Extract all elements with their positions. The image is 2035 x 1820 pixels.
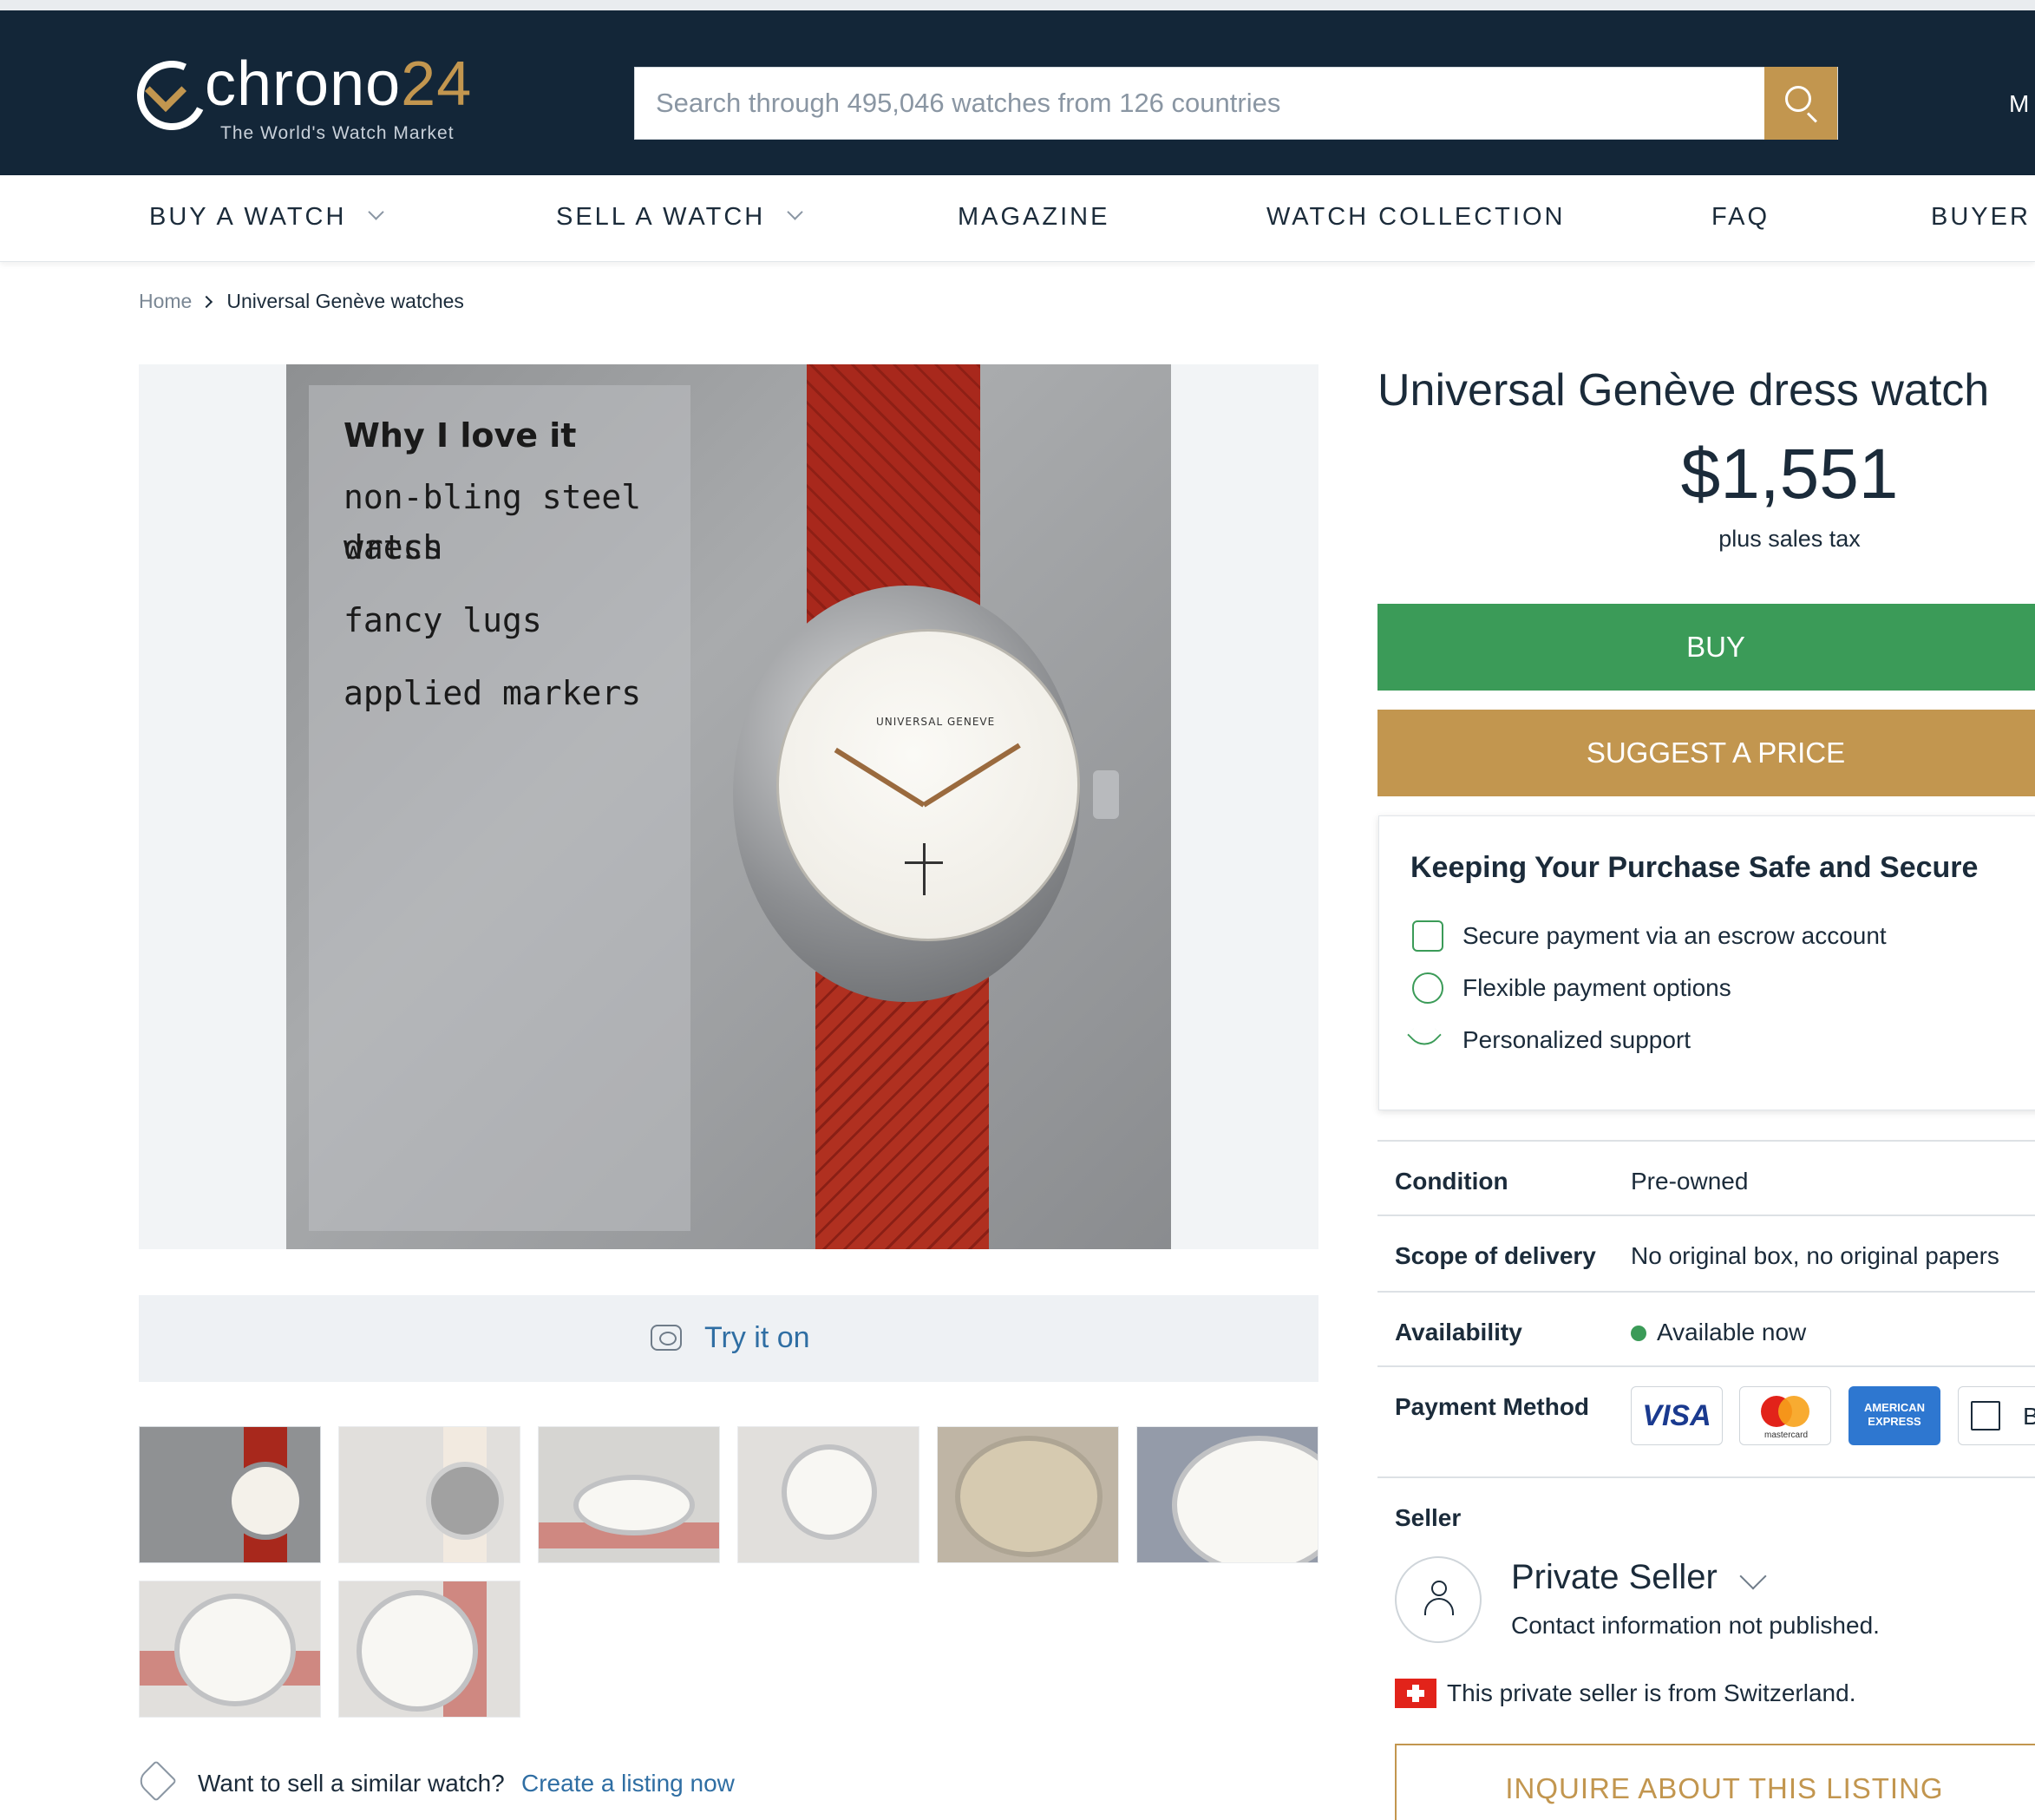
- chevron-down-icon: [368, 204, 385, 220]
- browser-top-strip: [0, 0, 2035, 10]
- subsecond-hand: [923, 843, 926, 895]
- camera-watch-icon: [651, 1325, 682, 1351]
- switzerland-flag-icon: [1395, 1679, 1436, 1708]
- thumbnail-1[interactable]: [139, 1426, 321, 1563]
- header-menu-link[interactable]: M: [2009, 90, 2029, 118]
- thumbnail-2[interactable]: [338, 1426, 520, 1563]
- chrono24-logo[interactable]: chrono24 The World's Watch Market: [127, 49, 501, 149]
- overlay-line: watch: [344, 528, 443, 566]
- thumbnail-5[interactable]: [937, 1426, 1119, 1563]
- watch-crown: [1093, 770, 1119, 819]
- thumbnail-7[interactable]: [139, 1581, 321, 1718]
- nav-magazine[interactable]: MAGAZINE: [958, 203, 1109, 232]
- pen-paper-icon: [1971, 1401, 2000, 1430]
- overlay-line: applied markers: [344, 674, 642, 712]
- listing-price: $1,551: [1680, 435, 1899, 514]
- security-item: Flexible payment options: [1462, 974, 1731, 1001]
- security-heading: Keeping Your Purchase Safe and Secure: [1410, 851, 1979, 884]
- price-note: plus sales tax: [1718, 526, 1861, 552]
- security-item: Personalized support: [1462, 1026, 1691, 1053]
- listing-title: Universal Genève dress watch: [1377, 365, 1990, 416]
- availability-value: Available now: [1657, 1319, 1807, 1345]
- visa-icon: VISA: [1631, 1386, 1723, 1445]
- chevron-down-icon[interactable]: [1739, 1562, 1767, 1590]
- thumbnail-3[interactable]: [538, 1426, 720, 1563]
- spec-row-availability: Availability Available now: [1377, 1291, 2035, 1365]
- search-icon: [1785, 86, 1811, 112]
- logo-wordmark: chrono24: [205, 49, 473, 119]
- breadcrumb-home[interactable]: Home: [139, 290, 192, 312]
- phone-icon: [1407, 1018, 1442, 1052]
- security-item: Secure payment via an escrow account: [1462, 922, 1887, 949]
- seller-country-note: This private seller is from Switzerland.: [1447, 1679, 1856, 1706]
- spec-row-condition: Condition Pre-owned: [1377, 1140, 2035, 1214]
- seller-avatar-icon: [1395, 1556, 1482, 1643]
- dial-brand-text: UNIVERSAL GENEVE: [876, 716, 996, 728]
- availability-dot-icon: [1631, 1326, 1646, 1341]
- purchase-security-box: Keeping Your Purchase Safe and Secure Se…: [1378, 815, 2035, 1110]
- try-it-on-label: Try it on: [704, 1321, 810, 1354]
- suggest-price-button[interactable]: SUGGEST A PRICE: [1377, 710, 2035, 796]
- seller-contact-note: Contact information not published.: [1511, 1612, 1880, 1639]
- nav-sell-a-watch[interactable]: SELL A WATCH: [556, 203, 803, 232]
- seller-label: Seller: [1395, 1504, 1462, 1531]
- breadcrumb: Home Universal Genève watches: [139, 290, 464, 313]
- thumbnail-4[interactable]: [737, 1426, 919, 1563]
- photo-text-overlay: Why I love it non-bling steel dress watc…: [309, 385, 690, 1231]
- chevron-right-icon: [200, 295, 213, 309]
- nav-buy-a-watch[interactable]: BUY A WATCH: [149, 203, 385, 232]
- search-input[interactable]: [635, 68, 1763, 139]
- bank-transfer-icon: B: [1958, 1386, 2035, 1445]
- inquire-button[interactable]: INQUIRE ABOUT THIS LISTING: [1395, 1744, 2035, 1820]
- chevron-down-icon: [787, 204, 803, 220]
- watch-photo[interactable]: UNIVERSAL GENEVE Why I love it non-bling…: [286, 364, 1171, 1249]
- logo-tagline: The World's Watch Market: [220, 123, 455, 143]
- main-nav: BUY A WATCH SELL A WATCH MAGAZINE WATCH …: [0, 175, 2035, 262]
- create-listing-link[interactable]: Create a listing now: [521, 1770, 735, 1797]
- strap-bottom: [815, 972, 989, 1249]
- watch-dial: [776, 629, 1080, 941]
- nav-faq[interactable]: FAQ: [1711, 203, 1770, 232]
- hand-coins-icon: [1412, 972, 1443, 1004]
- buy-button[interactable]: BUY: [1377, 604, 2035, 691]
- spec-row-delivery: Scope of delivery No original box, no or…: [1377, 1214, 2035, 1291]
- thumbnail-6[interactable]: [1136, 1426, 1318, 1563]
- search-bar: [634, 67, 1838, 140]
- mastercard-icon: mastercard: [1739, 1386, 1831, 1445]
- nav-buyer-protection[interactable]: BUYER P: [1931, 203, 2035, 232]
- nav-watch-collection[interactable]: WATCH COLLECTION: [1266, 203, 1565, 232]
- overlay-title: Why I love it: [344, 416, 577, 455]
- safe-icon: [1412, 920, 1443, 952]
- price-tag-icon: [134, 1759, 178, 1803]
- overlay-line: fancy lugs: [344, 601, 542, 639]
- sell-question: Want to sell a similar watch?: [198, 1770, 505, 1797]
- try-it-on-button[interactable]: Try it on: [139, 1295, 1318, 1382]
- site-header: chrono24 The World's Watch Market M: [0, 10, 2035, 175]
- main-image-viewer[interactable]: UNIVERSAL GENEVE Why I love it non-bling…: [139, 364, 1318, 1249]
- breadcrumb-current[interactable]: Universal Genève watches: [226, 290, 464, 312]
- search-button[interactable]: [1764, 67, 1837, 140]
- amex-icon: AMERICAN EXPRESS: [1849, 1386, 1940, 1445]
- thumbnail-8[interactable]: [338, 1581, 520, 1718]
- seller-name[interactable]: Private Seller: [1511, 1558, 1718, 1597]
